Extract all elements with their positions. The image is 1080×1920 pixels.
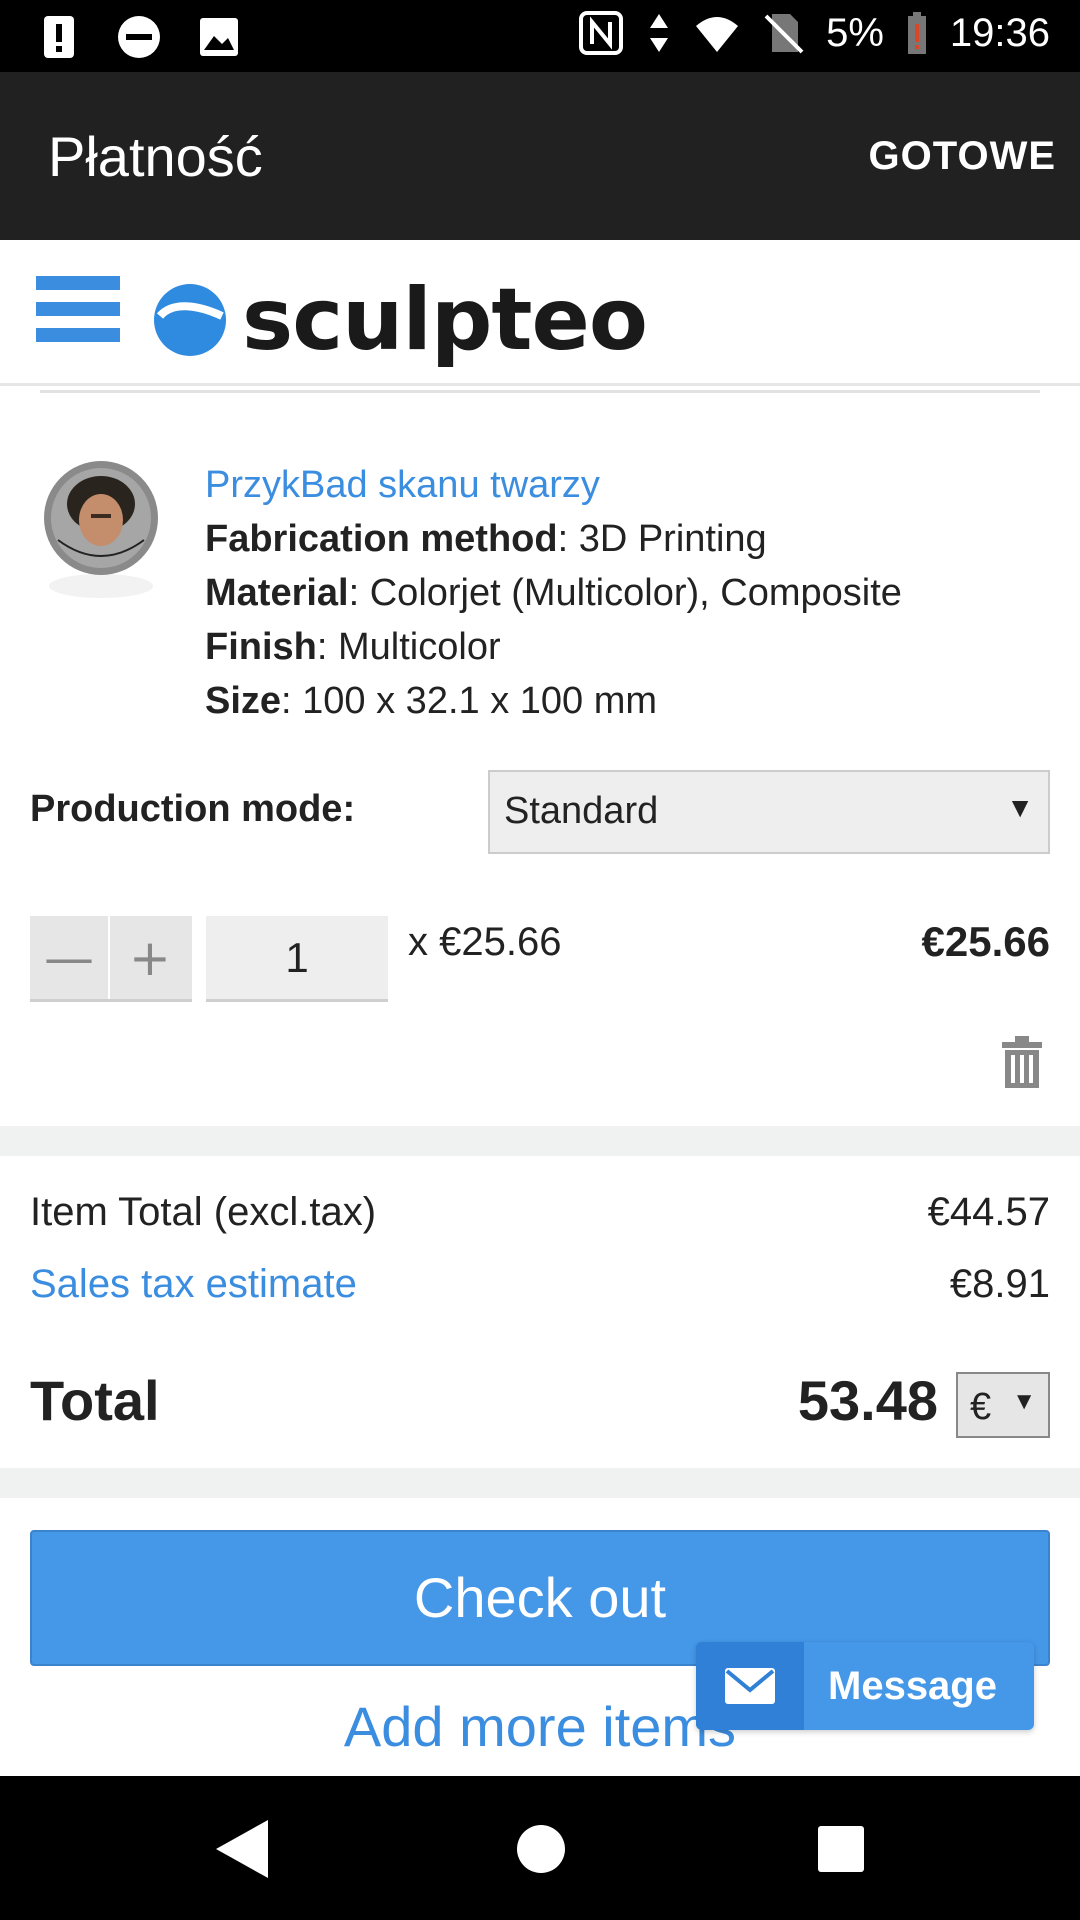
finish-value: : Multicolor [316, 626, 501, 668]
section-divider [0, 1468, 1080, 1498]
size-label: Size [205, 680, 282, 722]
sales-tax-value: €8.91 [949, 1262, 1050, 1306]
material-row: Material: Colorjet (Multicolor), Composi… [205, 566, 1065, 620]
fabrication-row: Fabrication method: 3D Printing [205, 512, 1065, 566]
image-icon [200, 18, 238, 56]
currency-select[interactable]: € ▼ [956, 1372, 1050, 1438]
sculpteo-logo-mark-icon [154, 284, 226, 356]
dnd-icon [118, 16, 160, 58]
size-value: : 100 x 32.1 x 100 mm [281, 680, 658, 722]
envelope-icon [696, 1642, 804, 1730]
trash-icon[interactable] [1000, 1036, 1044, 1088]
battery-percent: 5% [826, 10, 884, 55]
fabrication-value: : 3D Printing [557, 518, 767, 560]
fabrication-label: Fabrication method [205, 518, 558, 560]
done-button[interactable]: GOTOWE [869, 134, 1056, 179]
dropdown-arrow-icon: ▼ [1006, 792, 1034, 823]
sculpteo-logo[interactable]: sculpteo [152, 270, 648, 370]
sales-tax-link[interactable]: Sales tax estimate [30, 1262, 357, 1307]
line-total: €25.66 [921, 918, 1050, 965]
total-label: Total [30, 1369, 160, 1432]
quantity-stepper: — + [30, 916, 192, 1002]
wifi-icon [696, 17, 739, 52]
message-button[interactable]: Message [696, 1642, 1034, 1730]
item-total-value: €44.57 [927, 1190, 1050, 1234]
menu-icon[interactable] [36, 276, 120, 342]
logo-text: sculpteo [242, 270, 648, 370]
navigation-bar [0, 1776, 1080, 1920]
sales-tax-row: Sales tax estimate €8.91 [30, 1262, 1050, 1307]
material-value: : Colorjet (Multicolor), Composite [348, 572, 902, 614]
action-bar: Płatność GOTOWE [0, 72, 1080, 240]
dropdown-arrow-icon: ▼ [1012, 1388, 1036, 1415]
decrement-button[interactable]: — [30, 916, 110, 999]
site-header: sculpteo [0, 240, 1080, 386]
production-mode-value: Standard [504, 790, 659, 832]
production-mode-label: Production mode: [30, 788, 356, 830]
item-total-row: Item Total (excl.tax) €44.57 [30, 1190, 1050, 1235]
section-divider [0, 1126, 1080, 1156]
no-sim-icon [764, 14, 804, 54]
home-icon[interactable] [516, 1818, 566, 1880]
item-total-label: Item Total (excl.tax) [30, 1190, 377, 1234]
message-label: Message [828, 1663, 997, 1708]
material-label: Material [205, 572, 349, 614]
quantity-input[interactable]: 1 [206, 916, 388, 1002]
finish-label: Finish [205, 626, 317, 668]
currency-value: € [970, 1386, 992, 1428]
alert-icon [44, 16, 74, 58]
nfc-icon [579, 11, 624, 55]
product-thumbnail[interactable] [42, 460, 160, 600]
production-mode-select[interactable]: Standard ▼ [488, 770, 1050, 854]
back-icon[interactable] [214, 1818, 270, 1880]
finish-row: Finish: Multicolor [205, 620, 1065, 674]
recents-icon[interactable] [818, 1818, 864, 1880]
unit-price: x €25.66 [408, 920, 562, 964]
page-title: Płatność [48, 125, 263, 188]
product-details: PrzykBad skanu twarzy Fabrication method… [205, 458, 1065, 728]
product-name-link[interactable]: PrzykBad skanu twarzy [205, 458, 1065, 512]
status-bar: 5% 19:36 [0, 0, 1080, 72]
divider [40, 390, 1040, 393]
data-arrows-icon [650, 14, 669, 52]
clock: 19:36 [949, 10, 1050, 55]
size-row: Size: 100 x 32.1 x 100 mm [205, 674, 1065, 728]
increment-button[interactable]: + [110, 916, 190, 999]
battery-low-icon [907, 12, 926, 54]
total-value: 53.48 [797, 1369, 938, 1432]
